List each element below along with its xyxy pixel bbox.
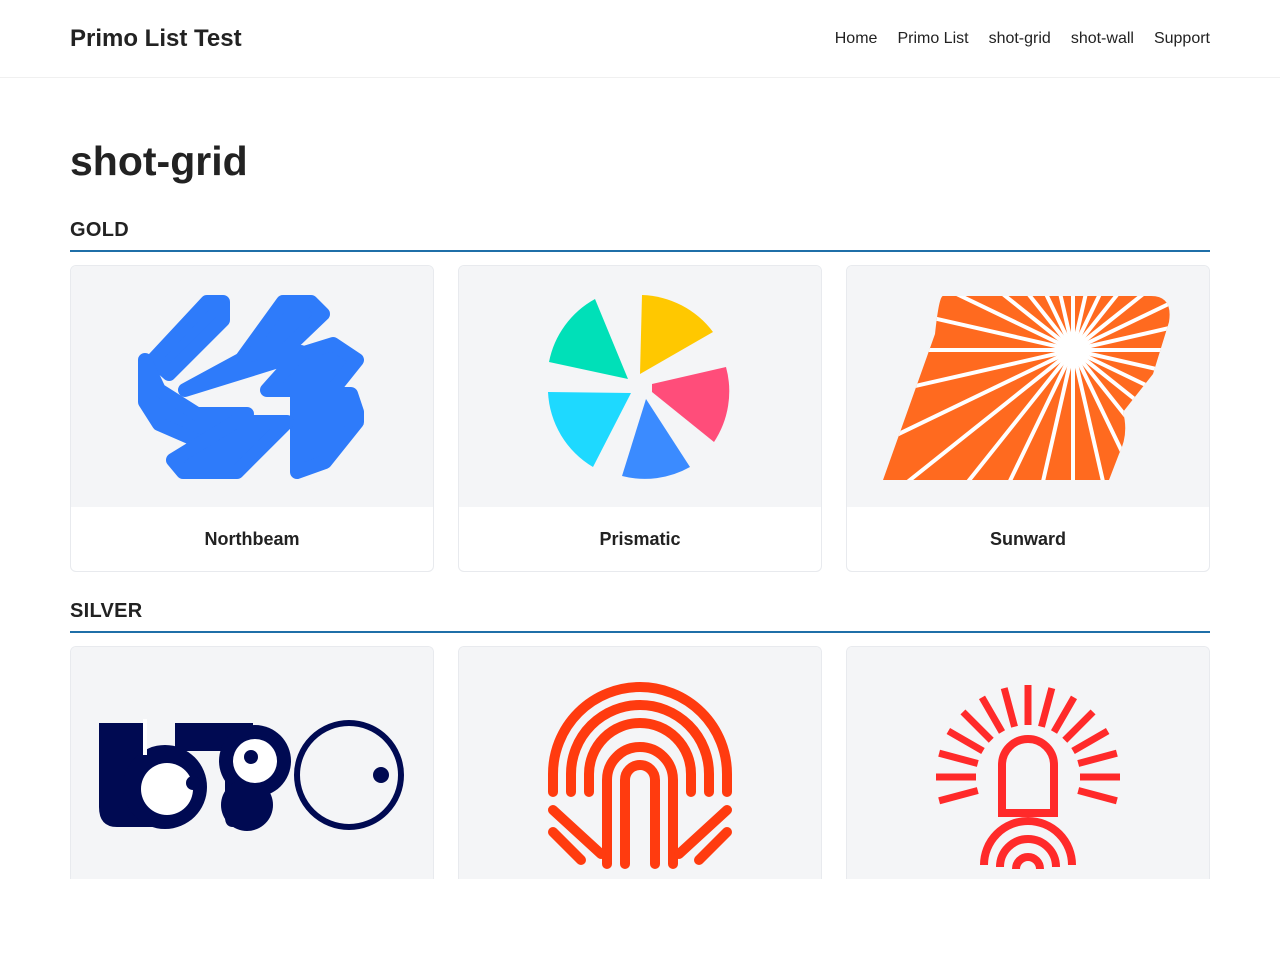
section-gold: GOLD Northbeam Prismatic Sunward xyxy=(70,219,1210,572)
shot-card-northbeam[interactable]: Northbeam xyxy=(70,265,434,572)
shot-thumbnail[interactable] xyxy=(459,647,821,879)
nav-home[interactable]: Home xyxy=(835,30,878,48)
burst-ray xyxy=(978,695,1006,734)
shot-card-prismatic[interactable]: Prismatic xyxy=(458,265,822,572)
shot-card[interactable] xyxy=(458,646,822,879)
burst-ray xyxy=(1077,787,1118,805)
shot-card[interactable] xyxy=(846,646,1210,879)
section-title: SILVER xyxy=(70,600,143,622)
shot-title[interactable]: Northbeam xyxy=(71,507,433,571)
nav-shot-grid[interactable]: shot-grid xyxy=(989,30,1051,48)
nav-shot-wall[interactable]: shot-wall xyxy=(1071,30,1134,48)
nav-support[interactable]: Support xyxy=(1154,30,1210,48)
site-header: Primo List Test Home Primo List shot-gri… xyxy=(0,0,1280,78)
sunburst-arch-logo-icon xyxy=(936,685,1120,870)
section-header: SILVER xyxy=(70,600,1210,633)
site-title[interactable]: Primo List Test xyxy=(70,25,242,53)
shot-thumbnail[interactable] xyxy=(71,647,433,879)
arches-logo-icon xyxy=(548,682,732,869)
burst-ray xyxy=(1038,687,1056,728)
main-content: shot-grid GOLD Northbeam Prismatic Sunwa… xyxy=(0,136,1280,879)
shot-grid xyxy=(70,646,1210,879)
logo-wordmark-icon xyxy=(99,719,404,831)
burst-ray xyxy=(1000,687,1018,728)
shot-thumbnail[interactable] xyxy=(459,266,821,507)
shot-title[interactable]: Sunward xyxy=(847,507,1209,571)
main-nav: Home Primo List shot-grid shot-wall Supp… xyxy=(835,30,1210,48)
shot-title[interactable]: Prismatic xyxy=(459,507,821,571)
prismatic-logo-icon xyxy=(548,294,730,479)
shot-grid: Northbeam Prismatic Sunward xyxy=(70,265,1210,572)
burst-ray xyxy=(1071,727,1110,755)
shot-thumbnail[interactable] xyxy=(847,266,1209,507)
shot-card-sunward[interactable]: Sunward xyxy=(846,265,1210,572)
sunward-logo-icon xyxy=(883,295,1170,480)
burst-ray xyxy=(938,787,979,805)
burst-ray xyxy=(1077,749,1118,767)
shot-thumbnail[interactable] xyxy=(71,266,433,507)
nav-primo-list[interactable]: Primo List xyxy=(897,30,968,48)
page-title: shot-grid xyxy=(70,138,248,184)
section-title: GOLD xyxy=(70,219,129,241)
shot-card[interactable] xyxy=(70,646,434,879)
section-silver: SILVER xyxy=(70,600,1210,879)
burst-ray xyxy=(1050,695,1078,734)
burst-ray xyxy=(1062,709,1096,743)
burst-ray xyxy=(946,727,985,755)
section-header: GOLD xyxy=(70,219,1210,252)
northbeam-logo-icon xyxy=(138,294,364,479)
shot-thumbnail[interactable] xyxy=(847,647,1209,879)
burst-ray xyxy=(960,709,994,743)
burst-ray xyxy=(938,749,979,767)
